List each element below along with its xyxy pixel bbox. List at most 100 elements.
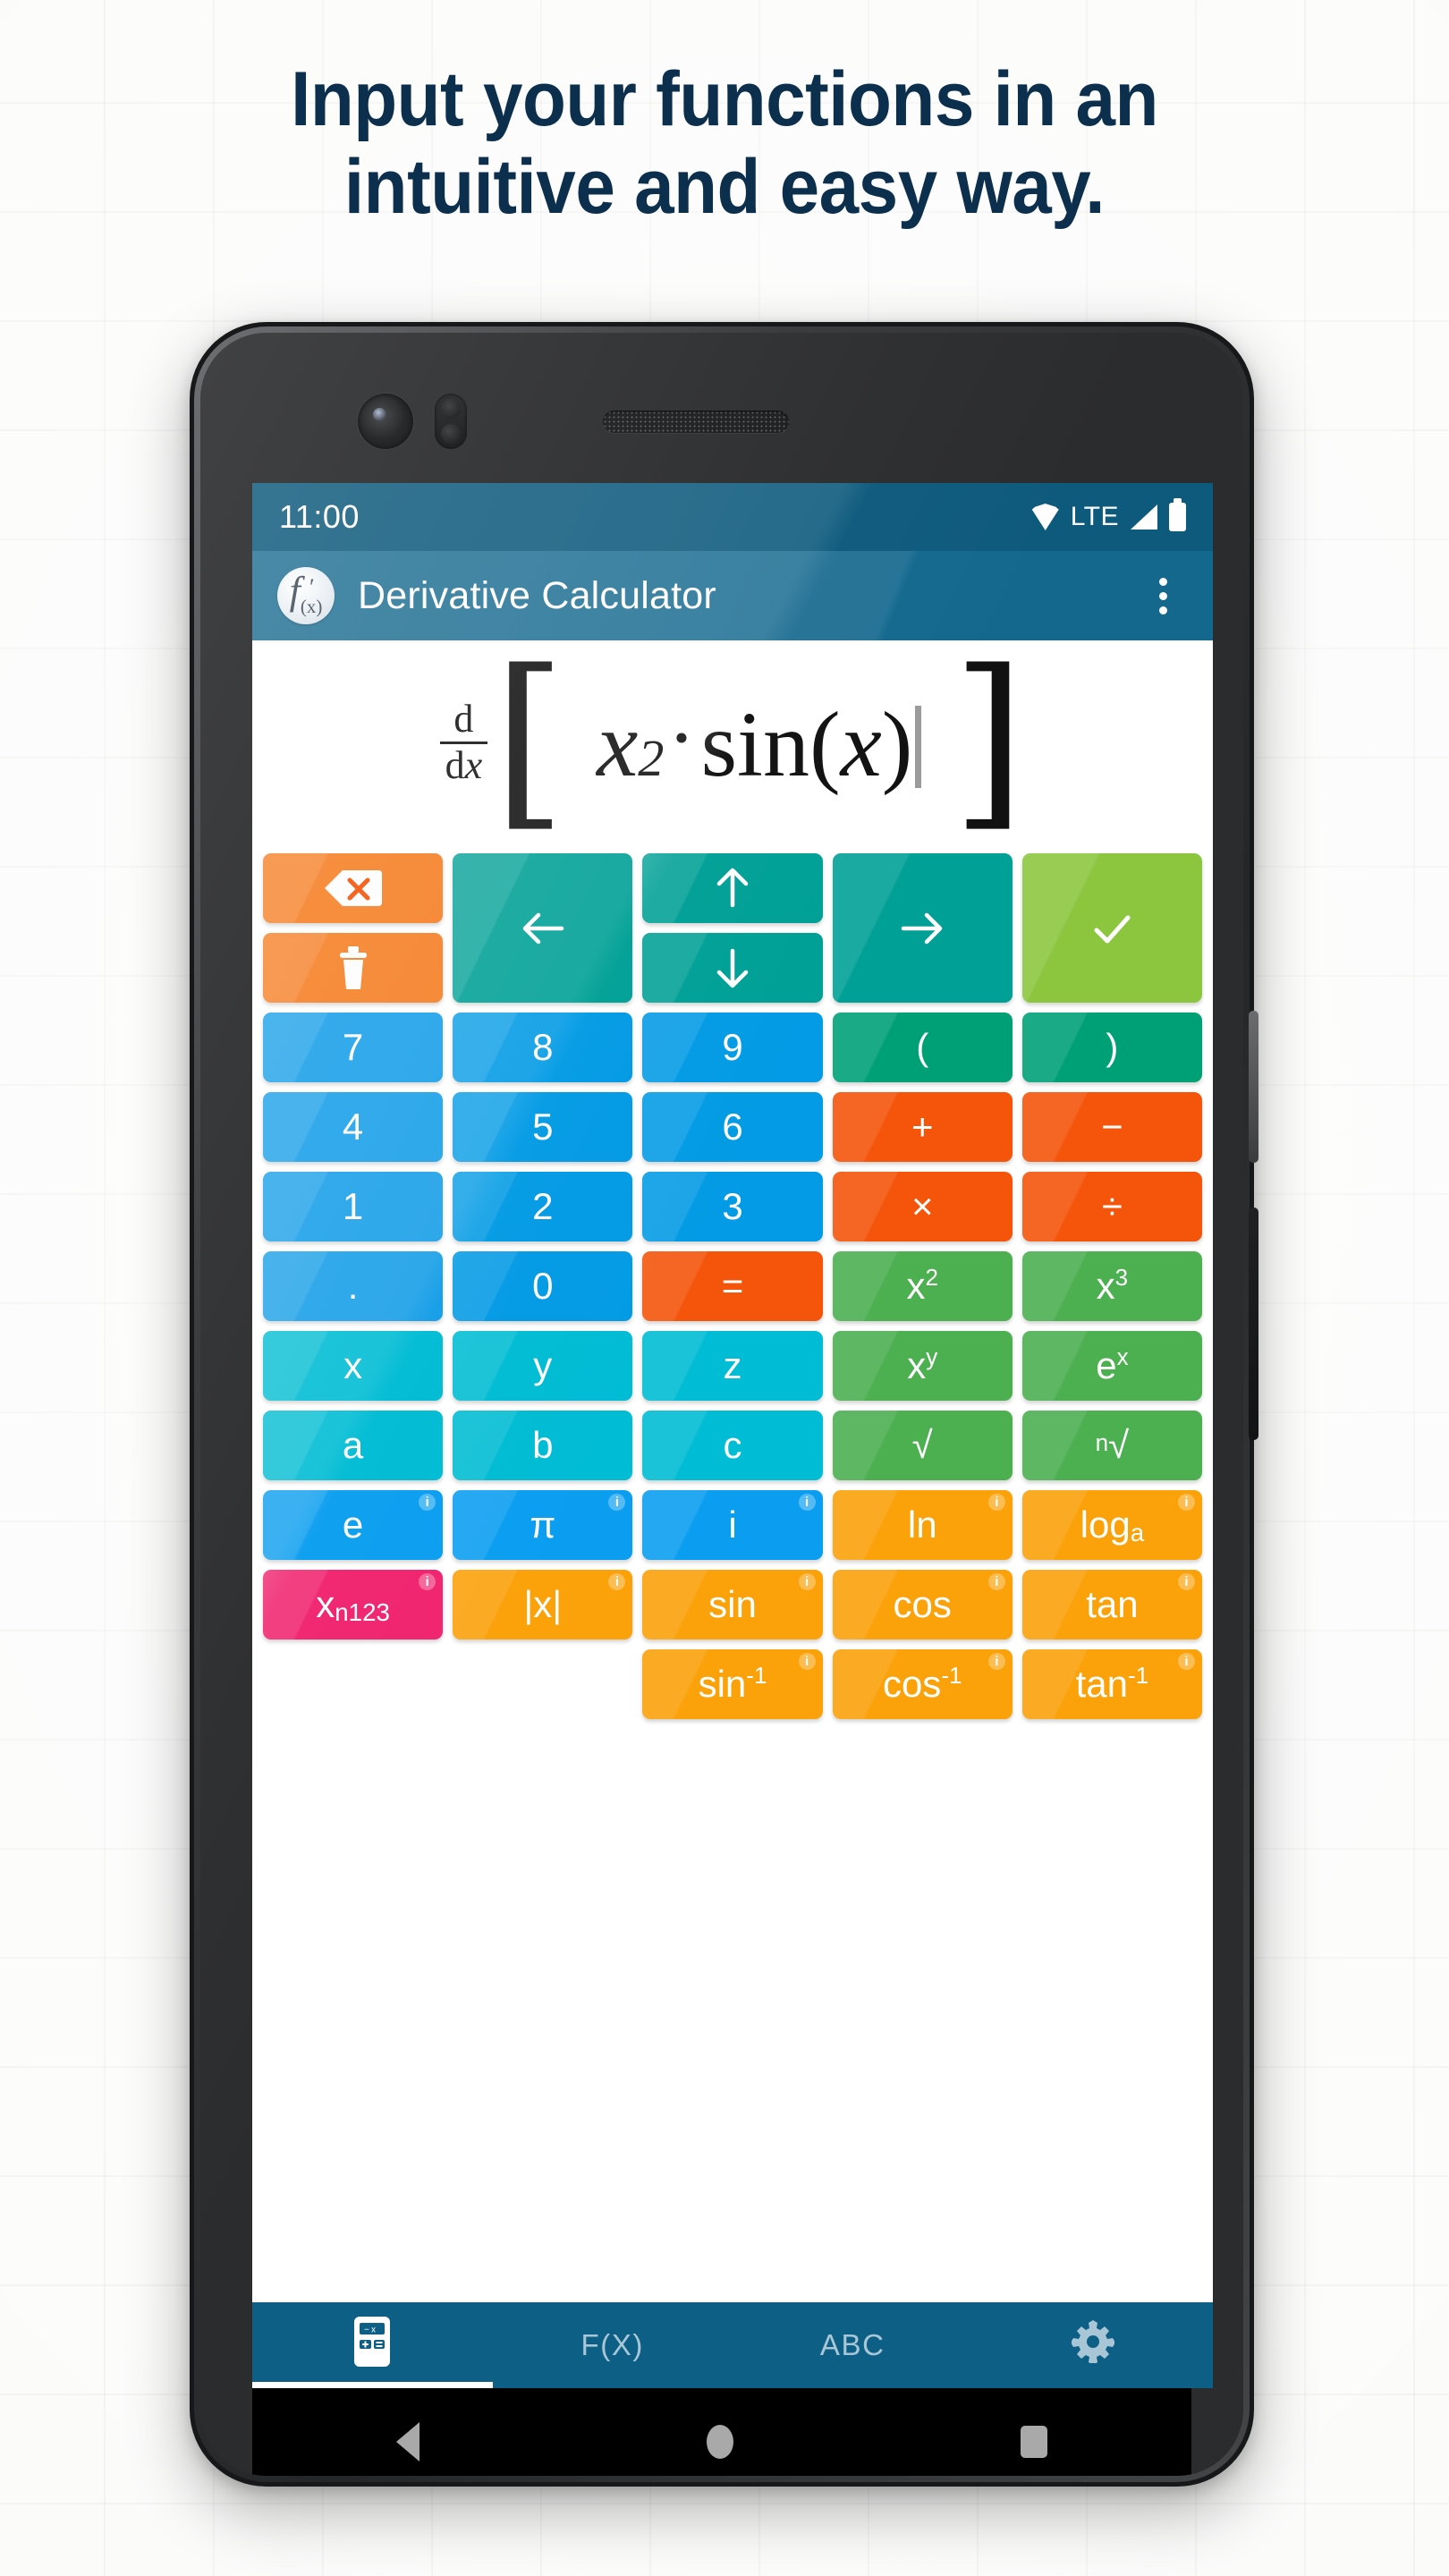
- key-label: ex: [1096, 1343, 1129, 1386]
- key-0[interactable]: 0: [453, 1251, 633, 1321]
- key-label: 1: [342, 1185, 364, 1227]
- key-label: tan-1: [1075, 1662, 1149, 1705]
- info-badge[interactable]: i: [987, 1653, 1005, 1670]
- info-badge[interactable]: i: [798, 1494, 816, 1511]
- key-equals[interactable]: =: [642, 1251, 823, 1321]
- key-label: sin-1: [698, 1662, 767, 1705]
- key-arcsin[interactable]: sin-1 i: [642, 1649, 823, 1719]
- info-badge[interactable]: i: [419, 1573, 436, 1590]
- info-badge[interactable]: i: [1178, 1573, 1196, 1590]
- key-const-e[interactable]: ei: [263, 1490, 444, 1560]
- key-label: x3: [1096, 1264, 1129, 1307]
- key-var-c[interactable]: c: [642, 1411, 823, 1480]
- power-button[interactable]: [1249, 1011, 1258, 1163]
- key-arctan[interactable]: tan-1 i: [1021, 1649, 1203, 1719]
- key-paren-open[interactable]: (: [832, 1013, 1013, 1082]
- back-icon[interactable]: [395, 2422, 419, 2462]
- info-badge[interactable]: i: [1178, 1653, 1196, 1670]
- key-plus[interactable]: +: [832, 1092, 1013, 1162]
- android-navigation-bar: [252, 2388, 1191, 2476]
- key-label: (: [916, 1026, 929, 1068]
- info-badge[interactable]: i: [608, 1494, 626, 1511]
- bottom-navigation: − x F(X) ABC: [252, 2302, 1213, 2388]
- volume-button[interactable]: [1249, 1208, 1258, 1440]
- key-x-power-y[interactable]: xy: [832, 1331, 1013, 1401]
- app-title: Derivative Calculator: [358, 573, 716, 617]
- key-subscript-variable[interactable]: xn123 i: [263, 1570, 444, 1640]
- expression-body: x 2 · sin(x): [597, 693, 922, 796]
- backspace-key[interactable]: [263, 853, 444, 923]
- key-minus[interactable]: −: [1021, 1092, 1203, 1162]
- home-icon[interactable]: [706, 2425, 733, 2459]
- key-label: i: [728, 1504, 737, 1546]
- nav-calculator[interactable]: − x: [252, 2302, 493, 2388]
- key-log-base-a[interactable]: loga i: [1021, 1490, 1203, 1560]
- key-8[interactable]: 8: [453, 1013, 633, 1082]
- cursor-up-key[interactable]: [642, 853, 823, 923]
- key-nth-root[interactable]: n√: [1021, 1411, 1203, 1480]
- nav-functions[interactable]: F(X): [493, 2302, 733, 2388]
- info-badge[interactable]: i: [1178, 1494, 1196, 1511]
- key-label: |x|: [523, 1583, 563, 1625]
- recent-apps-icon[interactable]: [1021, 2426, 1048, 2458]
- vertical-cursor-column: [642, 853, 823, 1003]
- submit-key[interactable]: [1021, 853, 1203, 1003]
- calculator-icon: − x: [354, 2317, 391, 2374]
- key-var-b[interactable]: b: [453, 1411, 633, 1480]
- cursor-right-key[interactable]: [832, 853, 1013, 1003]
- key-const-i[interactable]: ii: [642, 1490, 823, 1560]
- formula-display[interactable]: d dx [ x 2 · sin(x) ]: [252, 640, 1213, 844]
- key-x-squared[interactable]: x2: [832, 1251, 1013, 1321]
- key-var-y[interactable]: y: [453, 1331, 633, 1401]
- key-divide[interactable]: ÷: [1021, 1172, 1203, 1241]
- clear-all-key[interactable]: [263, 933, 444, 1003]
- key-square-root[interactable]: √: [832, 1411, 1013, 1480]
- key-absolute-value[interactable]: |x| i: [453, 1570, 633, 1640]
- earpiece-speaker: [603, 411, 789, 433]
- info-badge[interactable]: i: [987, 1573, 1005, 1590]
- key-3[interactable]: 3: [642, 1172, 823, 1241]
- cursor-down-key[interactable]: [642, 933, 823, 1003]
- key-1[interactable]: 1: [263, 1172, 444, 1241]
- overflow-menu-icon[interactable]: [1138, 571, 1188, 621]
- key-2[interactable]: 2: [453, 1172, 633, 1241]
- cursor-left-key[interactable]: [453, 853, 633, 1003]
- key-label: x2: [906, 1264, 938, 1307]
- key-paren-close[interactable]: ): [1021, 1013, 1203, 1082]
- key-x-cubed[interactable]: x3: [1021, 1251, 1203, 1321]
- key-arccos[interactable]: cos-1 i: [832, 1649, 1013, 1719]
- key-multiply[interactable]: ×: [832, 1172, 1013, 1241]
- key-5[interactable]: 5: [453, 1092, 633, 1162]
- info-badge[interactable]: i: [798, 1573, 816, 1590]
- info-badge[interactable]: i: [608, 1573, 626, 1590]
- key-7[interactable]: 7: [263, 1013, 444, 1082]
- status-icons: LTE: [1031, 498, 1186, 532]
- key-var-x[interactable]: x: [263, 1331, 444, 1401]
- status-bar: 11:00 LTE: [252, 483, 1213, 551]
- key-label: 8: [532, 1026, 554, 1068]
- info-badge[interactable]: i: [419, 1494, 436, 1511]
- key-4[interactable]: 4: [263, 1092, 444, 1162]
- arrow-left-icon: [522, 912, 564, 944]
- key-cos[interactable]: cos i: [832, 1570, 1013, 1640]
- key-var-z[interactable]: z: [642, 1331, 823, 1401]
- key-label: π: [530, 1504, 556, 1546]
- info-badge[interactable]: i: [798, 1653, 816, 1670]
- key-const-pi[interactable]: πi: [453, 1490, 633, 1560]
- key-sin[interactable]: sin i: [642, 1570, 823, 1640]
- keypad-row: 7 8 9 (): [263, 1013, 1203, 1082]
- key-ln[interactable]: ln i: [832, 1490, 1013, 1560]
- key-var-a[interactable]: a: [263, 1411, 444, 1480]
- info-badge[interactable]: i: [987, 1494, 1005, 1511]
- keypad-row: xn123 i |x| i sin i cos i tan i: [263, 1570, 1203, 1640]
- expr-function: sin: [700, 693, 809, 796]
- key-6[interactable]: 6: [642, 1092, 823, 1162]
- key-label: x: [343, 1344, 363, 1386]
- key-e-power-x[interactable]: ex: [1021, 1331, 1203, 1401]
- expr-paren-open: (: [809, 693, 841, 796]
- key-decimal-point[interactable]: .: [263, 1251, 444, 1321]
- key-9[interactable]: 9: [642, 1013, 823, 1082]
- nav-settings[interactable]: [973, 2302, 1214, 2388]
- key-tan[interactable]: tan i: [1021, 1570, 1203, 1640]
- nav-abc[interactable]: ABC: [733, 2302, 973, 2388]
